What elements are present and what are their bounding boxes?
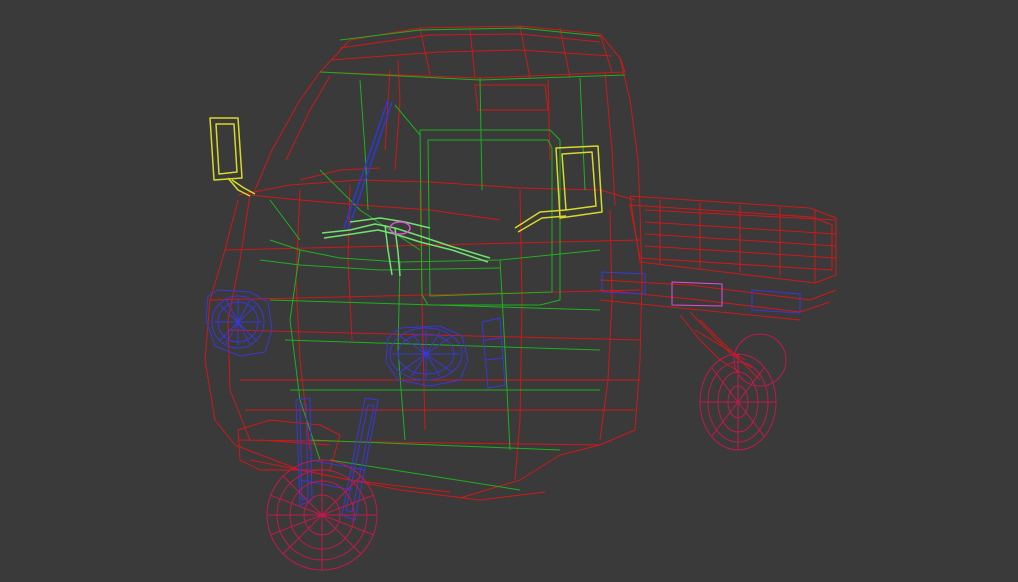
3d-viewport[interactable]	[0, 0, 1018, 582]
steering-column	[343, 99, 393, 231]
front-indicator	[481, 317, 506, 389]
right-mirror	[514, 145, 603, 233]
rear-wheel	[699, 333, 787, 451]
cabin-frame	[259, 27, 626, 491]
cargo-bed	[599, 195, 837, 321]
cabin-body	[204, 25, 643, 501]
wireframe-model[interactable]	[0, 0, 1018, 582]
left-mirror	[209, 117, 256, 197]
front-wheel	[266, 459, 378, 571]
